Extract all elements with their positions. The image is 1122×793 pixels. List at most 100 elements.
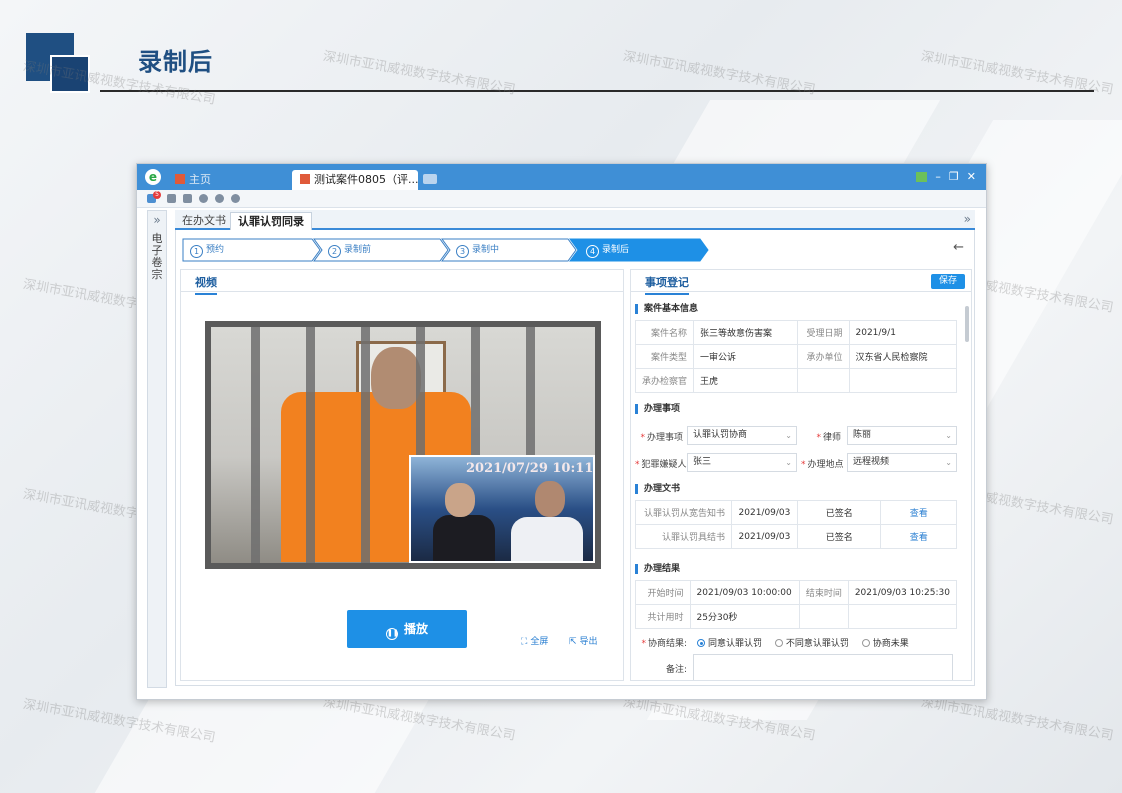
- scrollbar-thumb[interactable]: [965, 306, 969, 342]
- document-status: 已签名: [796, 524, 882, 549]
- result-table: 开始时间 2021/09/03 10:00:00 结束时间 2021/09/03…: [635, 580, 958, 629]
- field-label: 案件类型: [634, 344, 695, 369]
- radio-selected-icon: [697, 639, 705, 647]
- field-value: 王虎: [693, 368, 798, 393]
- table-row: 开始时间 2021/09/03 10:00:00 结束时间 2021/09/03…: [635, 580, 958, 605]
- step-label: 预约: [206, 245, 225, 255]
- pip-person-head: [535, 481, 565, 517]
- step-number: 3: [456, 245, 469, 258]
- pip-person: [511, 517, 583, 561]
- field-label: 开始时间: [635, 580, 691, 605]
- step-recording[interactable]: 3 录制中: [456, 238, 499, 262]
- field-label: 共计用时: [635, 604, 691, 629]
- tab-plea-recording[interactable]: 认罪认罚同录: [230, 212, 312, 230]
- documents-table: 认罪认罚从宽告知书 2021/09/03 已签名 查看 认罪认罚具结书 2021…: [635, 500, 957, 549]
- video-timestamp: 2021/07/29 10:11:32: [466, 461, 594, 476]
- tab-home[interactable]: 主页: [169, 170, 287, 190]
- step-after-recording[interactable]: 4 录制后: [586, 238, 629, 262]
- sidebar-item-electronic-file[interactable]: 电 子 卷 宗: [148, 233, 166, 281]
- video-scene-head: [371, 347, 421, 409]
- step-label: 录制后: [602, 245, 630, 255]
- video-scene-bar: [306, 327, 315, 563]
- video-panel-header: 视频: [181, 270, 623, 295]
- help-icon[interactable]: [215, 194, 224, 203]
- select-value: 认罪认罚协商: [693, 430, 748, 440]
- table-row: 认罪认罚从宽告知书 2021/09/03 已签名 查看: [635, 500, 957, 525]
- document-icon[interactable]: [167, 194, 176, 203]
- export-label: 导出: [579, 637, 598, 647]
- sidebar: » 电 子 卷 宗: [147, 210, 167, 688]
- chevron-down-icon: ⌄: [785, 458, 792, 467]
- radio-label: 协商未果: [872, 639, 909, 649]
- message-badge: 5: [153, 191, 161, 199]
- required-marker: *: [641, 639, 646, 649]
- field-label: 案件名称: [634, 320, 695, 345]
- export-icon: ⇱: [569, 637, 577, 647]
- radio-no-result[interactable]: 协商未果: [861, 639, 919, 649]
- chevron-down-icon: ⌄: [785, 431, 792, 440]
- register-panel-title: 事项登记: [645, 274, 689, 295]
- folder-icon[interactable]: [183, 194, 192, 203]
- home-tab-icon: [175, 174, 185, 184]
- case-tab-icon: [300, 174, 310, 184]
- pip-person: [433, 515, 495, 561]
- play-label: 播放: [403, 622, 428, 636]
- section-title-basic-info: 案件基本信息: [635, 304, 698, 314]
- field-label: 受理日期: [796, 320, 850, 345]
- export-button[interactable]: ⇱ 导出: [569, 634, 598, 647]
- fullscreen-label: 全屏: [530, 637, 549, 647]
- field-label: * 犯罪嫌疑人: [635, 457, 687, 470]
- toolbar: 5: [137, 190, 986, 208]
- title-bar: e 主页 测试案件0805（评...× – ❐ ✕: [137, 164, 986, 190]
- save-button[interactable]: 保存: [931, 274, 965, 289]
- radio-label: 同意认罪认罚: [708, 639, 763, 649]
- remark-textarea[interactable]: [693, 654, 953, 680]
- field-value: 汉东省人民检察院: [848, 344, 957, 369]
- restore-icon[interactable]: ❐: [949, 170, 959, 183]
- field-label-text: 犯罪嫌疑人: [641, 460, 687, 470]
- step-before-recording[interactable]: 2 录制前: [328, 238, 371, 262]
- step-label: 录制前: [344, 245, 372, 255]
- empty-cell: [847, 604, 958, 629]
- field-value: 张三等故意伤害案: [693, 320, 798, 345]
- radio-disagree[interactable]: 不同意认罪认罚: [774, 639, 859, 649]
- browser-logo-icon: e: [145, 169, 161, 185]
- lawyer-select[interactable]: 陈丽 ⌄: [847, 426, 957, 445]
- close-window-icon[interactable]: ✕: [967, 170, 976, 183]
- field-label: [796, 368, 850, 393]
- tab-case[interactable]: 测试案件0805（评...×: [292, 170, 432, 190]
- video-player[interactable]: 2021/07/29 10:11:32: [205, 321, 601, 569]
- table-row: 案件名称 张三等故意伤害案 受理日期 2021/9/1: [634, 320, 957, 345]
- field-label: 结束时间: [798, 580, 849, 605]
- chat-icon[interactable]: [231, 194, 240, 203]
- user-icon[interactable]: [199, 194, 208, 203]
- minimize-icon[interactable]: –: [935, 170, 941, 183]
- tab-case-label: 测试案件0805（评...: [314, 173, 419, 186]
- tab-documents[interactable]: 在办文书: [175, 212, 233, 230]
- fullscreen-button[interactable]: ⛶ 全屏: [521, 634, 548, 647]
- field-value: [848, 368, 957, 393]
- sidebar-expand-icon[interactable]: »: [148, 213, 166, 227]
- location-select[interactable]: 远程视频 ⌄: [847, 453, 957, 472]
- chevron-down-icon: ⌄: [945, 458, 952, 467]
- suspect-select[interactable]: 张三 ⌄: [687, 453, 797, 472]
- view-document-link[interactable]: 查看: [880, 500, 957, 525]
- matter-select[interactable]: 认罪认罚协商 ⌄: [687, 426, 797, 445]
- chevron-down-icon: ⌄: [945, 431, 952, 440]
- step-appointment[interactable]: 1 预约: [190, 238, 224, 262]
- back-arrow-icon[interactable]: ←: [953, 240, 964, 255]
- video-frame: 2021/07/29 10:11:32: [211, 327, 595, 563]
- tabs-expand-icon[interactable]: »: [964, 212, 971, 226]
- app-status-icon: [916, 171, 928, 182]
- play-button[interactable]: ❚❚ 播放: [347, 610, 467, 648]
- view-document-link[interactable]: 查看: [880, 524, 957, 549]
- radio-agree[interactable]: 同意认罪认罚: [697, 639, 772, 649]
- required-marker: *: [816, 433, 821, 443]
- pip-person-head: [445, 483, 475, 517]
- new-tab-button[interactable]: [423, 174, 437, 184]
- app-window: e 主页 测试案件0805（评...× – ❐ ✕ 5 » 电 子 卷 宗: [136, 163, 987, 700]
- fullscreen-icon: ⛶: [521, 637, 528, 647]
- field-value: 2021/9/1: [848, 320, 957, 345]
- basic-info-table: 案件名称 张三等故意伤害案 受理日期 2021/9/1 案件类型 一审公诉 承办…: [634, 320, 957, 393]
- step-wizard: 1 预约 2 录制前 3 录制中 4 录制后: [182, 238, 712, 262]
